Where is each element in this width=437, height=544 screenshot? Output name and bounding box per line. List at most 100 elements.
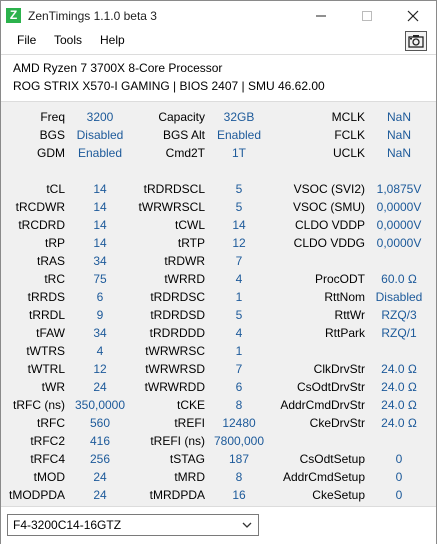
timing-label: CLDO VDDP: [294, 218, 365, 232]
timing-label: tRRDL: [28, 308, 65, 322]
timing-value: 7: [235, 362, 243, 376]
timing-label: AddrCmdSetup: [282, 470, 365, 484]
timing-label: tRDRDDD: [149, 326, 205, 340]
timing-value: 4: [96, 344, 104, 358]
timing-value: 7800,000: [213, 434, 265, 448]
timing-label: tMODPDA: [8, 488, 65, 502]
timing-value: 5: [235, 200, 243, 214]
timing-label: tCWL: [175, 218, 205, 232]
timing-label: tWRWRSD: [145, 362, 205, 376]
timing-value: 0,0000V: [376, 200, 422, 214]
menu-help[interactable]: Help: [100, 33, 125, 47]
timing-label: tSTAG: [169, 452, 205, 466]
fclk-label: FCLK: [334, 128, 365, 142]
timing-label: tWTRS: [26, 344, 65, 358]
timing-label: tWRWRSC: [145, 344, 205, 358]
timing-value: 1,0875V: [376, 182, 422, 196]
timing-value: 1: [235, 344, 243, 358]
timing-label: tMRD: [174, 470, 205, 484]
timing-value: 24.0 Ω: [381, 380, 417, 394]
close-button[interactable]: [390, 1, 436, 31]
timing-value: 24: [93, 488, 107, 502]
bgsalt-value: Enabled: [216, 128, 262, 142]
camera-icon: [408, 35, 424, 48]
timing-label: tFAW: [36, 326, 65, 340]
timing-label: CkeSetup: [312, 488, 365, 502]
footer: F4-3200C14-16GTZ: [1, 506, 436, 544]
timing-label: RttWr: [334, 308, 365, 322]
gdm-value: Enabled: [77, 146, 123, 160]
freq-value: 3200: [86, 110, 114, 124]
memory-profile-select[interactable]: F4-3200C14-16GTZ: [7, 514, 259, 536]
timing-value: [369, 252, 429, 270]
chevron-down-icon: [242, 522, 252, 528]
timing-value: 8: [235, 398, 243, 412]
timing-value: 14: [93, 236, 107, 250]
capacity-value: 32GB: [223, 110, 255, 124]
timing-label: tRRDS: [27, 290, 65, 304]
timing-label: tRP: [44, 236, 65, 250]
timing-value: [369, 432, 429, 450]
timing-label: [271, 432, 365, 450]
timing-value: RZQ/3: [381, 308, 417, 322]
timing-value: 5: [235, 308, 243, 322]
mclk-value: NaN: [386, 110, 411, 124]
mclk-label: MCLK: [331, 110, 365, 124]
timing-label: RttNom: [324, 290, 365, 304]
timing-label: RttPark: [324, 326, 365, 340]
timing-label: ProcODT: [314, 272, 365, 286]
timing-value: 5: [235, 182, 243, 196]
timing-value: 24: [93, 380, 107, 394]
timing-label: tRDRDSC: [150, 290, 205, 304]
menu-file[interactable]: File: [17, 33, 36, 47]
timing-label: tMRDPDA: [149, 488, 205, 502]
timing-value: 1: [235, 290, 243, 304]
timing-label: tWTRL: [27, 362, 65, 376]
timing-label: tRCDRD: [18, 218, 65, 232]
timing-value: 6: [235, 380, 243, 394]
timing-value: 6: [96, 290, 104, 304]
timing-value: 12: [93, 362, 107, 376]
timing-value: 0: [395, 470, 403, 484]
timing-label: tRDRDSD: [150, 308, 205, 322]
timing-value: 14: [93, 182, 107, 196]
system-info: AMD Ryzen 7 3700X 8-Core Processor ROG S…: [1, 54, 436, 99]
timing-label: CsOdtSetup: [299, 452, 365, 466]
timing-value: RZQ/1: [381, 326, 417, 340]
uclk-value: NaN: [386, 146, 411, 160]
timing-label: tREFI: [174, 416, 205, 430]
timing-value: 0,0000V: [376, 236, 422, 250]
minimize-button[interactable]: [298, 1, 344, 31]
timing-label: VSOC (SVI2): [293, 182, 365, 196]
timing-label: tCKE: [176, 398, 205, 412]
bgs-label: BGS: [39, 128, 65, 142]
timing-value: 14: [232, 218, 246, 232]
menu-tools[interactable]: Tools: [54, 33, 82, 47]
timing-label: tREFI (ns): [150, 434, 205, 448]
timing-label: CLDO VDDG: [293, 236, 365, 250]
timing-label: CkeDrvStr: [309, 416, 365, 430]
timing-label: tRDRDSCL: [143, 182, 205, 196]
timing-label: ClkDrvStr: [313, 362, 365, 376]
timing-value: 75: [93, 272, 107, 286]
timing-value: 256: [89, 452, 111, 466]
timing-value: 7: [235, 254, 243, 268]
timing-label: AddrCmdDrvStr: [280, 398, 365, 412]
timing-label: tWRWRSCL: [138, 200, 205, 214]
timing-value: 14: [93, 218, 107, 232]
timing-value: 350,0000: [74, 398, 126, 412]
timing-value: 34: [93, 254, 107, 268]
timing-label: tRTP: [177, 236, 205, 250]
title-bar[interactable]: Z ZenTimings 1.1.0 beta 3: [1, 1, 436, 31]
app-icon: Z: [6, 8, 21, 23]
zentimings-window: Z ZenTimings 1.1.0 beta 3 File Tools Hel…: [0, 0, 437, 544]
timing-value: 187: [228, 452, 250, 466]
timing-value: 9: [96, 308, 104, 322]
timing-value: 24.0 Ω: [381, 416, 417, 430]
timings-panel: Freq 3200 Capacity 32GB MCLK NaN BGS Dis…: [1, 101, 436, 506]
bgs-value: Disabled: [76, 128, 124, 142]
screenshot-button[interactable]: [405, 31, 427, 51]
timing-value: 12480: [222, 416, 256, 430]
timing-value: [369, 342, 429, 360]
maximize-icon: [362, 11, 372, 21]
